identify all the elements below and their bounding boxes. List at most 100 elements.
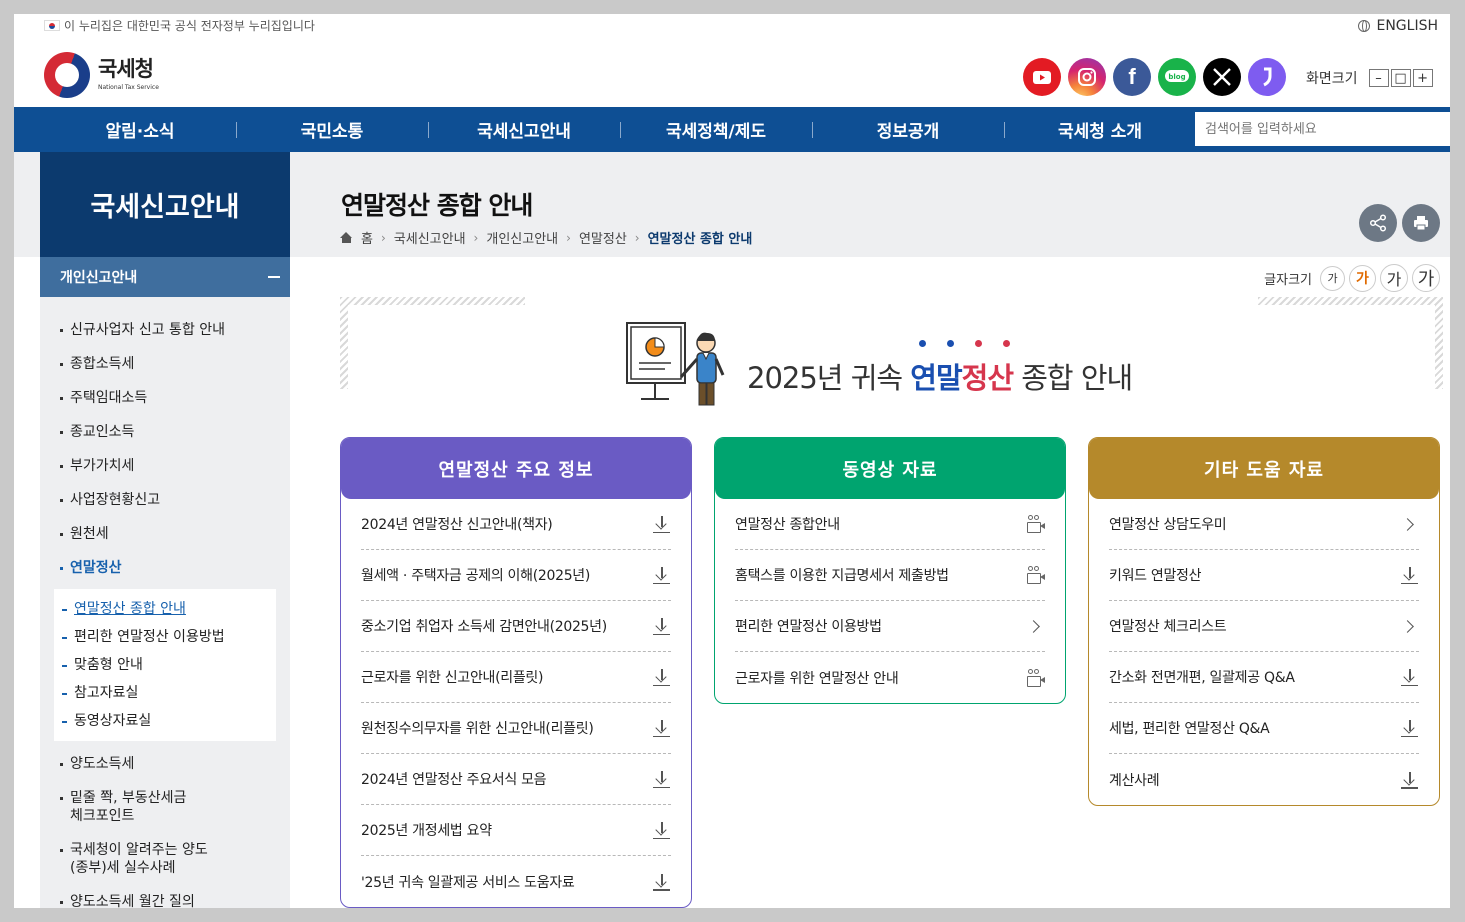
card-item[interactable]: 홈택스를 이용한 지급명세서 제출방법 — [735, 550, 1045, 601]
youtube-icon[interactable] — [1023, 58, 1061, 96]
sns-links: f blog — [1023, 58, 1286, 96]
card-main-info: 연말정산 주요 정보 2024년 연말정산 신고안내(책자) 월세액 · 주택자금… — [340, 437, 692, 908]
side-subitem-active[interactable]: 연말정산 종합 안내 — [54, 595, 276, 623]
share-icon[interactable] — [1359, 204, 1397, 242]
korea-flag-icon — [44, 20, 60, 31]
font-size-small-button[interactable]: 가 — [1320, 265, 1345, 291]
side-item[interactable]: 부가가치세 — [40, 449, 290, 483]
hero-keyword-2: 정산 — [961, 361, 1014, 395]
side-item[interactable]: 양도소득세 — [40, 747, 290, 781]
kakao-story-icon[interactable] — [1248, 58, 1286, 96]
card-item-label: 세법, 편리한 연말정산 Q&A — [1109, 721, 1270, 737]
facebook-icon[interactable]: f — [1113, 58, 1151, 96]
font-size-medium-button[interactable]: 가 — [1349, 264, 1376, 292]
font-size-xlarge-button[interactable]: 가 — [1412, 264, 1440, 292]
side-item[interactable]: 양도소득세 월간 질의 TOP10 — [40, 885, 290, 908]
card-item-label: 2024년 연말정산 신고안내(책자) — [361, 517, 553, 533]
breadcrumb-item[interactable]: 홈 — [361, 228, 373, 247]
hero-suffix: 종합 안내 — [1013, 361, 1133, 395]
card-item[interactable]: 연말정산 체크리스트 — [1109, 601, 1419, 652]
card-title: 기타 도움 자료 — [1089, 438, 1439, 499]
print-icon[interactable] — [1402, 204, 1440, 242]
side-item[interactable]: 종합소득세 — [40, 347, 290, 381]
gnb-item-policy[interactable]: 국세정책/제도 — [620, 107, 812, 152]
card-item[interactable]: 2025년 개정세법 요약 — [361, 805, 671, 856]
presenter-illustration — [626, 322, 725, 406]
gnb-item-disclosure[interactable]: 정보공개 — [812, 107, 1004, 152]
gnb-item-news[interactable]: 알림·소식 — [44, 107, 236, 152]
card-item[interactable]: 2024년 연말정산 신고안내(책자) — [361, 499, 671, 550]
video-icon — [1027, 566, 1045, 584]
english-link[interactable]: ENGLISH — [1358, 18, 1438, 34]
card-item[interactable]: 키워드 연말정산 — [1109, 550, 1419, 601]
card-item[interactable]: 원천징수의무자를 위한 신고안내(리플릿) — [361, 703, 671, 754]
breadcrumb-item[interactable]: 국세신고안내 — [394, 228, 466, 247]
side-item[interactable]: 주택임대소득 — [40, 381, 290, 415]
gnb-item-tax-report[interactable]: 국세신고안내 — [428, 107, 620, 152]
card-item[interactable]: 근로자를 위한 연말정산 안내 — [735, 652, 1045, 703]
card-item[interactable]: 연말정산 종합안내 — [735, 499, 1045, 550]
side-item[interactable]: 종교인소득 — [40, 415, 290, 449]
instagram-icon[interactable] — [1068, 58, 1106, 96]
side-nav-section[interactable]: 개인신고안내 — [40, 257, 290, 297]
card-item-label: 간소화 전면개편, 일괄제공 Q&A — [1109, 670, 1295, 686]
side-subitem[interactable]: 동영상자료실 — [54, 707, 276, 735]
side-item-active[interactable]: 연말정산 — [40, 551, 290, 585]
video-icon — [1027, 515, 1045, 533]
card-list: 2024년 연말정산 신고안내(책자) 월세액 · 주택자금 공제의 이해(202… — [341, 499, 691, 907]
card-item[interactable]: '25년 귀속 일괄제공 서비스 도움자료 — [361, 856, 671, 907]
side-nav-section-label: 개인신고안내 — [60, 270, 138, 286]
zoom-reset-button[interactable]: □ — [1390, 69, 1411, 87]
gnb-item-communication[interactable]: 국민소통 — [236, 107, 428, 152]
side-item[interactable]: 원천세 — [40, 517, 290, 551]
card-item[interactable]: 근로자를 위한 신고안내(리플릿) — [361, 652, 671, 703]
card-list: 연말정산 상담도우미 키워드 연말정산연말정산 체크리스트간소화 전면개편, 일괄… — [1089, 499, 1439, 805]
side-subitem[interactable]: 참고자료실 — [54, 679, 276, 707]
card-item[interactable]: 세법, 편리한 연말정산 Q&A — [1109, 703, 1419, 754]
chevron-right-icon — [1401, 515, 1419, 533]
breadcrumb-item[interactable]: 개인신고안내 — [486, 228, 558, 247]
breadcrumb-item[interactable]: 연말정산 — [579, 228, 627, 247]
x-icon[interactable] — [1203, 58, 1241, 96]
card-item[interactable]: 중소기업 취업자 소득세 감면안내(2025년) — [361, 601, 671, 652]
download-icon — [653, 719, 671, 737]
dot — [947, 340, 954, 347]
hero-decor-left — [340, 297, 525, 389]
blog-icon-text: blog — [1168, 73, 1185, 81]
card-other-help: 기타 도움 자료 연말정산 상담도우미 키워드 연말정산연말정산 체크리스트간소화… — [1088, 437, 1440, 806]
side-item[interactable]: 밑줄 쫙, 부동산세금 체크포인트 — [40, 781, 290, 833]
home-icon[interactable] — [340, 232, 353, 243]
card-item[interactable]: 간소화 전면개편, 일괄제공 Q&A — [1109, 652, 1419, 703]
chevron-right-icon: › — [566, 230, 571, 245]
side-subitem[interactable]: 편리한 연말정산 이용방법 — [54, 623, 276, 651]
breadcrumb-current: 연말정산 종합 안내 — [647, 232, 753, 247]
card-item[interactable]: 계산사례 — [1109, 754, 1419, 805]
zoom-out-button[interactable]: – — [1368, 69, 1389, 87]
card-item[interactable]: 월세액 · 주택자금 공제의 이해(2025년) — [361, 550, 671, 601]
side-item[interactable]: 신규사업자 신고 통합 안내 — [40, 313, 290, 347]
main-nav: 알림·소식 국민소통 국세신고안내 국세정책/제도 정보공개 국세청 소개 — [14, 107, 1450, 152]
side-subnav: 연말정산 종합 안내 편리한 연말정산 이용방법 맞춤형 안내 참고자료실 동영… — [54, 589, 276, 741]
card-item[interactable]: 연말정산 상담도우미 — [1109, 499, 1419, 550]
logo[interactable]: 국세청 National Tax Service — [44, 52, 159, 98]
download-icon — [1401, 771, 1419, 789]
card-item[interactable]: 편리한 연말정산 이용방법 — [735, 601, 1045, 652]
page: 이 누리집은 대한민국 공식 전자정부 누리집입니다 ENGLISH 국세청 N… — [14, 14, 1450, 908]
download-icon — [653, 566, 671, 584]
card-item-label: 편리한 연말정산 이용방법 — [735, 619, 882, 635]
search-input[interactable] — [1195, 112, 1450, 146]
side-subitem[interactable]: 맞춤형 안내 — [54, 651, 276, 679]
gnb-item-about[interactable]: 국세청 소개 — [1004, 107, 1196, 152]
font-size-large-button[interactable]: 가 — [1380, 264, 1408, 292]
dot — [1003, 340, 1010, 347]
blog-icon[interactable]: blog — [1158, 58, 1196, 96]
logo-name: 국세청 — [98, 57, 154, 81]
english-label: ENGLISH — [1376, 18, 1438, 34]
card-item-label: 홈택스를 이용한 지급명세서 제출방법 — [735, 568, 949, 584]
card-item[interactable]: 2024년 연말정산 주요서식 모음 — [361, 754, 671, 805]
card-item-label: 연말정산 체크리스트 — [1109, 619, 1227, 635]
zoom-in-button[interactable]: + — [1412, 69, 1433, 87]
side-item[interactable]: 사업장현황신고 — [40, 483, 290, 517]
gov-notice: 이 누리집은 대한민국 공식 전자정부 누리집입니다 — [44, 17, 315, 34]
side-item[interactable]: 국세청이 알려주는 양도 (종부)세 실수사례 — [40, 833, 290, 885]
